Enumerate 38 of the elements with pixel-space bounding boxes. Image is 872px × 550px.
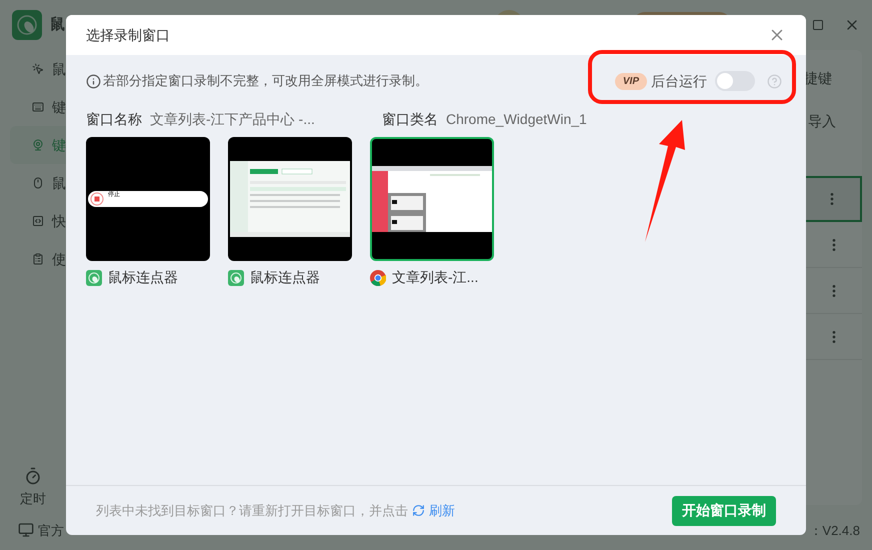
app-logo-icon <box>228 270 244 286</box>
refresh-button[interactable]: 刷新 <box>412 500 455 520</box>
website-link[interactable]: 官方 <box>38 520 64 540</box>
dialog-title: 选择录制窗口 <box>86 26 170 44</box>
maximize-icon[interactable] <box>812 19 824 31</box>
app-logo-icon <box>12 10 42 40</box>
refresh-icon <box>412 504 425 517</box>
vip-badge: VIP <box>614 72 647 90</box>
window-thumbnail[interactable] <box>370 137 494 261</box>
timer-icon[interactable] <box>24 466 42 484</box>
sidebar-item[interactable]: 快 <box>10 202 66 240</box>
sidebar-item[interactable]: 键 <box>10 126 66 164</box>
window-class-value: Chrome_WidgetWin_1 <box>446 110 587 129</box>
app-logo-icon <box>86 270 102 286</box>
window-title: 鼠标连点器 <box>108 268 178 287</box>
background-run-label: 后台运行 <box>651 72 707 90</box>
footer-text: 列表中未找到目标窗口？请重新打开目标窗口，并点击 <box>96 502 408 520</box>
app-title: 鼠 <box>50 14 65 35</box>
window-title: 鼠标连点器 <box>250 268 320 287</box>
window-name-value: 文章列表-江下产品中心 -... <box>150 110 316 128</box>
version-label: ：V2.4.8 <box>809 522 860 540</box>
sidebar-item[interactable]: 鼠 <box>10 50 66 88</box>
info-icon <box>86 74 101 88</box>
sidebar-item[interactable]: 鼠 <box>10 164 66 202</box>
window-class-label: 窗口类名 <box>382 110 438 128</box>
window-name-label: 窗口名称 <box>86 110 142 128</box>
window-thumbnail[interactable] <box>228 137 352 261</box>
window-title: 文章列表-江... <box>392 268 478 287</box>
sidebar-item[interactable]: 键 <box>10 88 66 126</box>
browser-logo-icon <box>370 270 386 286</box>
sidebar-item[interactable]: 使 <box>10 240 66 278</box>
background-run-toggle[interactable] <box>715 71 755 91</box>
notice-text: 若部分指定窗口录制不完整，可改用全屏模式进行录制。 <box>103 72 428 90</box>
import-button[interactable]: 导入 <box>802 111 862 132</box>
start-recording-button[interactable]: 开始窗口录制 <box>672 496 776 526</box>
record-icon <box>90 192 104 206</box>
timer-label[interactable]: 定时 <box>20 488 46 508</box>
monitor-icon[interactable] <box>18 522 34 538</box>
